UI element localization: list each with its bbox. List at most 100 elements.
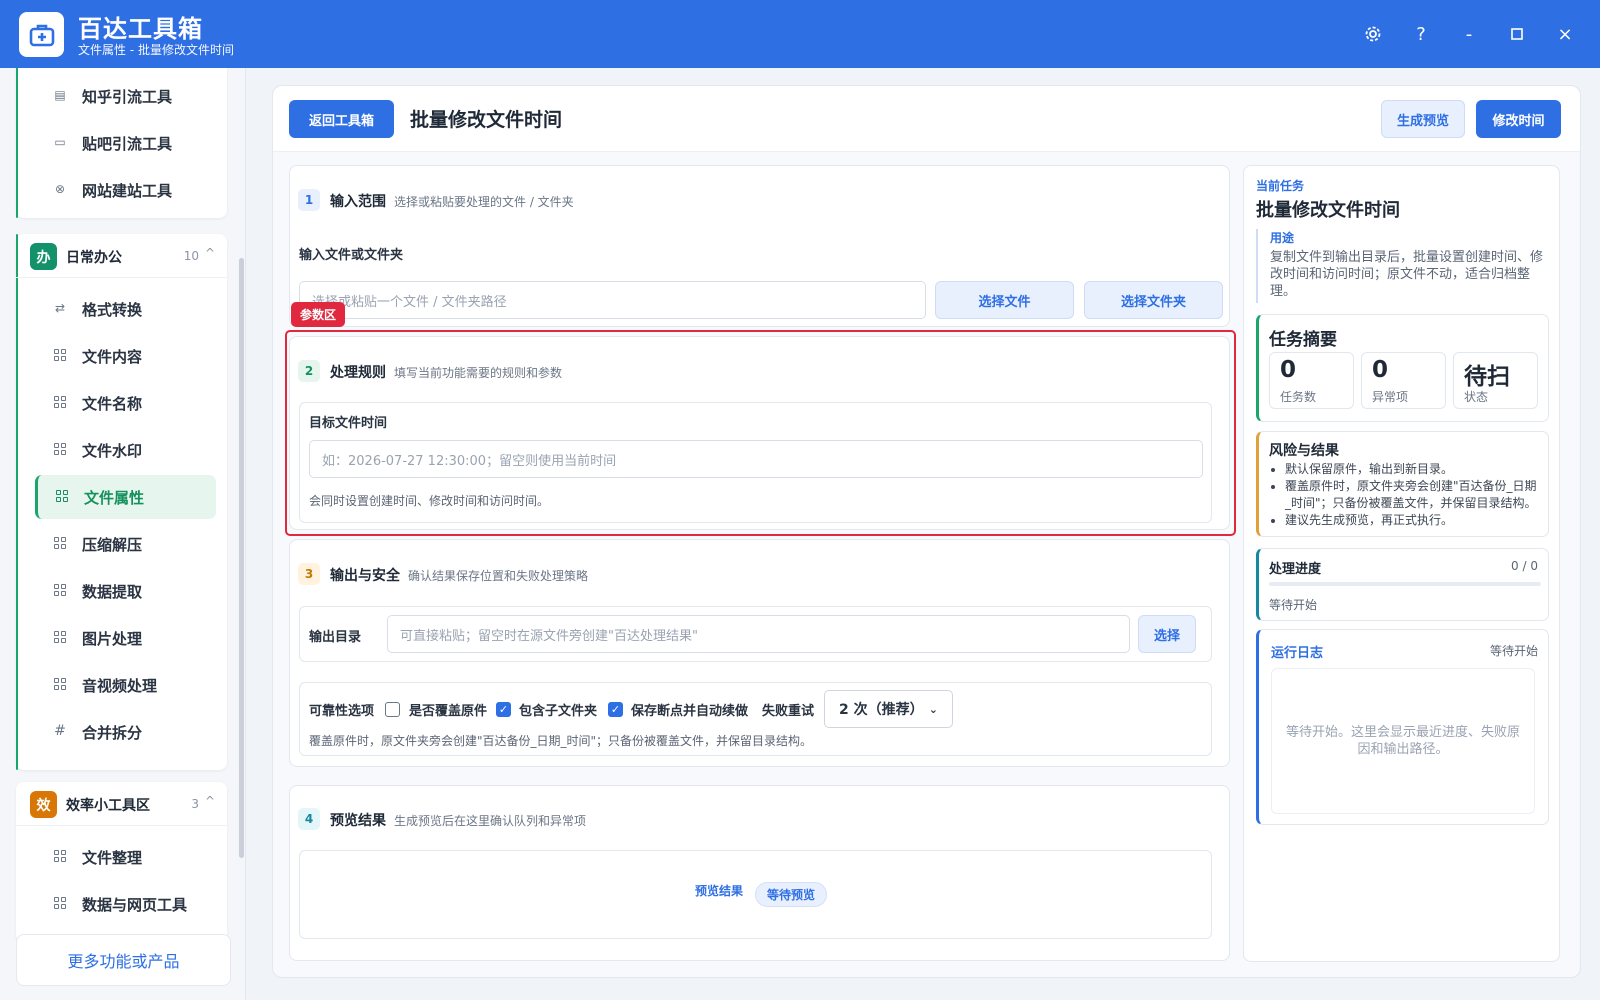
stat-label: 任务数: [1280, 390, 1317, 404]
progress-status: 等待开始: [1269, 598, 1318, 612]
preview-status-badge: 等待预览: [755, 882, 828, 907]
sidebar-item-label: 文件内容: [82, 348, 143, 366]
sidebar-item-data-extract[interactable]: 数据提取: [36, 569, 216, 613]
task-kicker: 当前任务: [1256, 179, 1305, 193]
sidebar-item-label: 合并拆分: [82, 724, 143, 742]
globe-icon: ⊗: [54, 182, 66, 196]
step-title: 输入范围: [330, 194, 386, 210]
task-title: 批量修改文件时间: [1256, 200, 1400, 221]
reliability-options-row: 可靠性选项 是否覆盖原件 ✓ 包含子文件夹 ✓ 保存断点并自动续做 失败重试 2…: [299, 682, 1212, 756]
risk-card: 风险与结果 默认保留原件，输出到新目录。 覆盖原件时，原文件夹旁会创建"百达备份…: [1256, 431, 1549, 537]
stat-value: 0: [1280, 357, 1297, 383]
sidebar-item-compress[interactable]: 压缩解压: [36, 522, 216, 566]
sidebar-group-marketing: ▤ 知乎引流工具 ▭ 贴吧引流工具 ⊗ 网站建站工具: [16, 68, 227, 218]
progress-card: 处理进度 0 / 0 等待开始: [1256, 548, 1549, 621]
sidebar-item-label: 文件名称: [82, 395, 143, 413]
sidebar-item-file-properties[interactable]: 文件属性: [35, 475, 216, 519]
gear-icon[interactable]: [1359, 20, 1387, 48]
sidebar-item-label: 知乎引流工具: [82, 88, 173, 106]
close-button[interactable]: ×: [1551, 20, 1579, 48]
step-preview-card: 4 预览结果 生成预览后在这里确认队列和异常项 预览结果 等待预览: [289, 785, 1230, 961]
sidebar-item-zhihu[interactable]: ▤ 知乎引流工具: [36, 74, 216, 118]
step-description: 生成预览后在这里确认队列和异常项: [394, 814, 587, 828]
retry-select-value: 2 次（推荐）: [839, 702, 924, 718]
choose-folder-button[interactable]: 选择文件夹: [1084, 281, 1223, 319]
generate-preview-button[interactable]: 生成预览: [1381, 100, 1465, 138]
usage-text: 复制文件到输出目录后，批量设置创建时间、修改时间和访问时间；原文件不动，适合归档…: [1270, 250, 1544, 299]
scrollbar-thumb[interactable]: [239, 258, 244, 858]
group-header-office[interactable]: 办 日常办公 10 ^: [16, 234, 227, 278]
task-info-panel: 当前任务 批量修改文件时间 用途 复制文件到输出目录后，批量设置创建时间、修改时…: [1243, 165, 1560, 962]
sidebar-item-tieba[interactable]: ▭ 贴吧引流工具: [36, 121, 216, 165]
step-number: 1: [298, 189, 320, 211]
sidebar-item-media[interactable]: 音视频处理: [36, 663, 216, 707]
resume-checkbox[interactable]: ✓: [608, 702, 623, 717]
help-button[interactable]: ?: [1407, 20, 1435, 48]
sidebar-item-label: 文件水印: [82, 442, 143, 460]
progress-title: 处理进度: [1269, 562, 1322, 577]
chevron-up-icon[interactable]: ^: [205, 794, 215, 808]
step-title: 输出与安全: [330, 568, 400, 584]
reliability-hint: 覆盖原件时，原文件夹旁会创建"百达备份_日期_时间"；只备份被覆盖文件，并保留目…: [309, 734, 813, 748]
back-to-toolbox-button[interactable]: 返回工具箱: [289, 100, 394, 138]
sidebar-scrollbar[interactable]: [238, 68, 244, 1000]
overwrite-label: 是否覆盖原件: [409, 704, 488, 719]
grid-icon: [52, 895, 68, 911]
sidebar-item-file-content[interactable]: 文件内容: [36, 334, 216, 378]
retry-select[interactable]: 2 次（推荐） ⌄: [824, 690, 953, 728]
choose-file-button[interactable]: 选择文件: [935, 281, 1074, 319]
title-bar: 百达工具箱 文件属性 - 批量修改文件时间 ? - ×: [0, 0, 1600, 68]
stat-label: 异常项: [1372, 390, 1409, 404]
log-title: 运行日志: [1271, 646, 1324, 661]
usage-label: 用途: [1270, 231, 1295, 245]
group-title: 效率小工具区: [66, 798, 150, 814]
sidebar-item-file-organize[interactable]: 文件整理: [36, 835, 216, 879]
input-path-field[interactable]: 选择或粘贴一个文件 / 文件夹路径: [299, 281, 926, 319]
sidebar-group-efficiency: 效 效率小工具区 3 ^ 文件整理 数据与网页工具: [16, 782, 227, 942]
risk-title: 风险与结果: [1269, 443, 1339, 459]
grid-icon: [52, 582, 68, 598]
task-summary-card: 任务摘要 0 任务数 0 异常项 待扫 状态: [1256, 314, 1549, 422]
step-number: 4: [298, 808, 320, 830]
log-output: 等待开始。这里会显示最近进度、失败原因和输出路径。: [1271, 668, 1535, 814]
maximize-button[interactable]: [1503, 20, 1531, 48]
progress-track: [1269, 582, 1541, 586]
sidebar-item-merge-split[interactable]: # 合并拆分: [36, 710, 216, 754]
page-title: 批量修改文件时间: [410, 109, 563, 131]
output-dir-label: 输出目录: [309, 630, 362, 645]
subfolder-checkbox[interactable]: ✓: [496, 702, 511, 717]
risk-item: 建议先生成预览，再正式执行。: [1285, 512, 1541, 529]
group-accent: [16, 68, 18, 218]
toolbox-icon: [19, 12, 64, 57]
grid-icon: [52, 629, 68, 645]
subfolder-label: 包含子文件夹: [519, 704, 598, 719]
risk-item: 覆盖原件时，原文件夹旁会创建"百达备份_日期_时间"；只备份被覆盖文件，并保留目…: [1285, 478, 1541, 512]
sidebar-item-format-convert[interactable]: ⇄ 格式转换: [36, 287, 216, 331]
sidebar-group-office: 办 日常办公 10 ^ ⇄ 格式转换 文件内容 文件名称 文件水印 文件属性 压…: [16, 234, 227, 770]
sidebar-item-data-web[interactable]: 数据与网页工具: [36, 882, 216, 926]
sidebar-item-file-name[interactable]: 文件名称: [36, 381, 216, 425]
overwrite-checkbox[interactable]: [385, 702, 400, 717]
group-header-efficiency[interactable]: 效 效率小工具区 3 ^: [16, 782, 227, 826]
app-title: 百达工具箱: [78, 15, 203, 43]
grid-icon: [52, 347, 68, 363]
modify-time-button[interactable]: 修改时间: [1476, 100, 1561, 138]
more-products-button[interactable]: 更多功能或产品: [16, 934, 231, 986]
output-dir-input[interactable]: 可直接粘贴；留空时在源文件旁创建"百达处理结果": [387, 615, 1130, 653]
sidebar-item-image[interactable]: 图片处理: [36, 616, 216, 660]
minimize-button[interactable]: -: [1455, 20, 1483, 48]
sidebar-item-label: 网站建站工具: [82, 182, 173, 200]
input-field-label: 输入文件或文件夹: [299, 248, 404, 263]
output-dir-row: 输出目录 可直接粘贴；留空时在源文件旁创建"百达处理结果" 选择: [299, 606, 1212, 662]
group-badge: 办: [30, 243, 57, 270]
sidebar-item-website[interactable]: ⊗ 网站建站工具: [36, 168, 216, 212]
choose-output-button[interactable]: 选择: [1138, 615, 1196, 653]
grid-icon: [52, 441, 68, 457]
step-description: 确认结果保存位置和失败处理策略: [408, 569, 589, 583]
app-subtitle: 文件属性 - 批量修改文件时间: [78, 43, 234, 57]
sidebar-item-watermark[interactable]: 文件水印: [36, 428, 216, 472]
preview-result-area: 预览结果 等待预览: [299, 850, 1212, 939]
chevron-up-icon[interactable]: ^: [205, 246, 215, 260]
risk-list: 默认保留原件，输出到新目录。 覆盖原件时，原文件夹旁会创建"百达备份_日期_时间…: [1269, 461, 1541, 529]
stat-value: 待扫: [1464, 364, 1510, 390]
